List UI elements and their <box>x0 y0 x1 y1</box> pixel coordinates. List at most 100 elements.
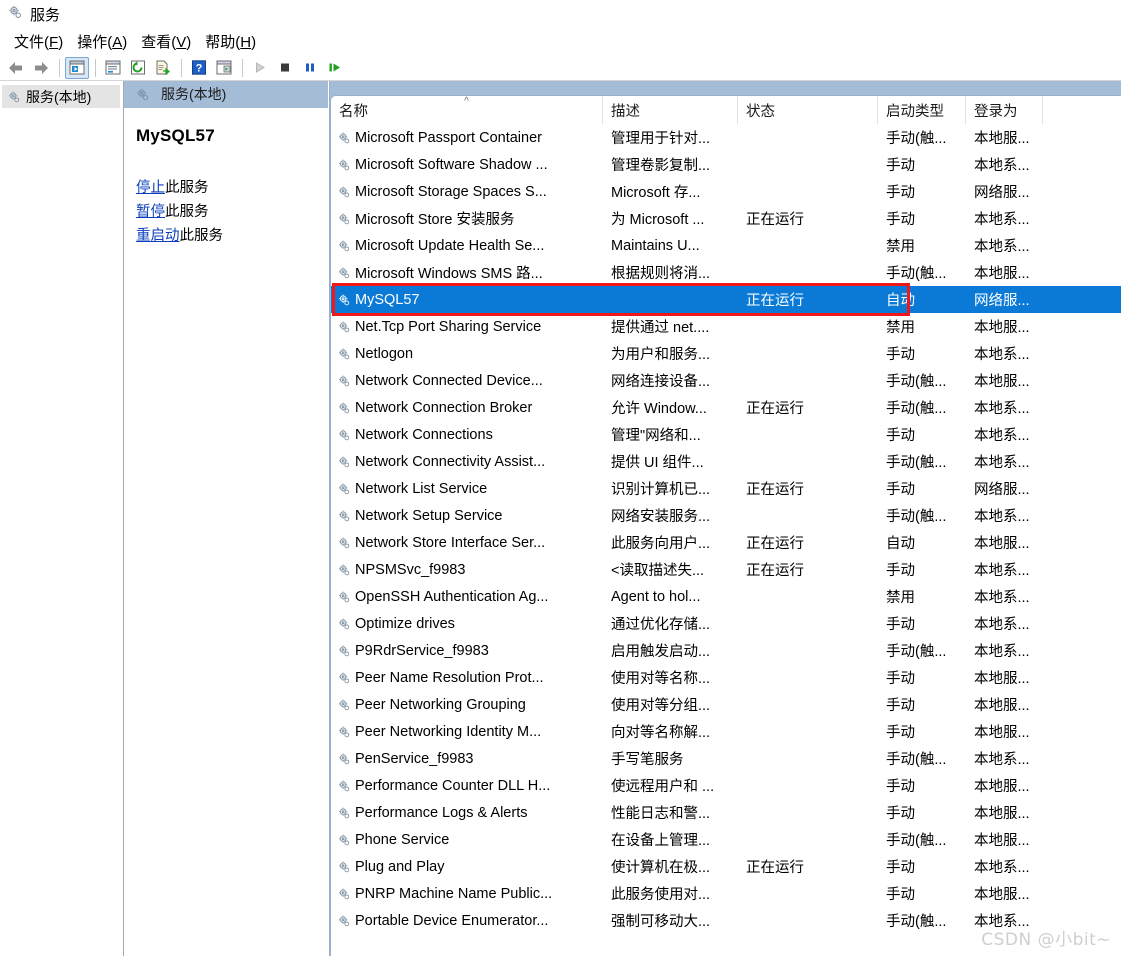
tree-node-services-local[interactable]: 服务(本地) <box>2 85 120 108</box>
stop-service-link-row: 停止此服务 <box>136 176 328 200</box>
table-row[interactable]: Netlogon 为用户和服务... 手动 本地系... <box>331 340 1121 367</box>
service-name-text: Network Store Interface Ser... <box>355 534 546 551</box>
table-row[interactable]: Network Connectivity Assist... 提供 UI 组件..… <box>331 448 1121 475</box>
forward-icon[interactable] <box>29 57 53 79</box>
help-icon[interactable]: ? <box>187 57 211 79</box>
cell-startup-type: 手动(触... <box>886 914 947 930</box>
show-action-pane-icon[interactable] <box>212 57 236 79</box>
cell-service-name: MySQL57 <box>331 292 603 308</box>
column-header-description[interactable]: 描述 <box>603 96 738 124</box>
cell-description: 提供 UI 组件... <box>611 455 704 471</box>
service-name-text: Phone Service <box>355 831 450 848</box>
table-row[interactable]: Network Connections 管理"网络和... 手动 本地系... <box>331 421 1121 448</box>
table-row[interactable]: Portable Device Enumerator... 强制可移动大... 手动… <box>331 907 1121 934</box>
menu-view[interactable]: 查看(V) <box>135 29 199 54</box>
service-gear-icon <box>337 239 351 253</box>
detail-pane-header-label: 服务(本地) <box>161 86 227 102</box>
properties-icon[interactable] <box>101 57 125 79</box>
column-header-status[interactable]: 状态 <box>738 96 878 124</box>
service-name-text: Plug and Play <box>355 858 445 875</box>
table-row[interactable]: Microsoft Update Health Se... Maintains U… <box>331 232 1121 259</box>
service-name-text: MySQL57 <box>355 291 420 308</box>
service-gear-icon <box>337 158 351 172</box>
table-row[interactable]: Microsoft Windows SMS 路... 根据规则将消... 手动(触.… <box>331 259 1121 286</box>
table-row[interactable]: Performance Counter DLL H... 使远程用户和 ... 手动… <box>331 772 1121 799</box>
service-name-text: Microsoft Store 安装服务 <box>355 212 515 228</box>
stop-service-link[interactable]: 停止 <box>136 180 165 196</box>
pause-service-link-row: 暂停此服务 <box>136 200 328 224</box>
service-gear-icon <box>337 887 351 901</box>
cell-startup-type: 手动(触... <box>886 455 947 471</box>
table-row[interactable]: Performance Logs & Alerts 性能日志和警... 手动 本地服.… <box>331 799 1121 826</box>
cell-log-on-as: 本地系... <box>974 590 1030 606</box>
table-row[interactable]: Microsoft Storage Spaces S... Microsoft 存… <box>331 178 1121 205</box>
services-gear-icon <box>135 87 150 102</box>
show-hide-tree-icon[interactable] <box>65 56 89 79</box>
service-gear-icon <box>337 212 351 226</box>
column-header-name[interactable]: 名称 ^ <box>331 96 603 124</box>
restart-service-link[interactable]: 重启动 <box>136 228 180 244</box>
cell-startup-type: 手动 <box>886 347 915 363</box>
table-row[interactable]: Microsoft Store 安装服务 为 Microsoft ... 正在运行 手… <box>331 205 1121 232</box>
cell-description: 使用对等名称... <box>611 671 711 687</box>
table-row[interactable]: Plug and Play 使计算机在极... 正在运行 手动 本地系... <box>331 853 1121 880</box>
column-header-startup-type[interactable]: 启动类型 <box>878 96 966 124</box>
cell-log-on-as: 本地系... <box>974 239 1030 255</box>
cell-description: 性能日志和警... <box>611 806 711 822</box>
cell-description: 使计算机在极... <box>611 860 711 876</box>
table-row[interactable]: Network List Service 识别计算机已... 正在运行 手动 网络服..… <box>331 475 1121 502</box>
menu-file[interactable]: 文件(F) <box>8 29 71 54</box>
export-list-icon[interactable] <box>151 57 175 79</box>
back-icon[interactable] <box>4 57 28 79</box>
table-row[interactable]: Net.Tcp Port Sharing Service 提供通过 net....… <box>331 313 1121 340</box>
start-service-icon[interactable] <box>248 57 272 79</box>
table-row[interactable]: PNRP Machine Name Public... 此服务使用对... 手动 本地… <box>331 880 1121 907</box>
cell-description: 为用户和服务... <box>611 347 711 363</box>
table-row[interactable]: Microsoft Software Shadow ... 管理卷影复制... 手动… <box>331 151 1121 178</box>
cell-service-name: Network Connectivity Assist... <box>331 454 603 470</box>
table-row[interactable]: Microsoft Passport Container 管理用于针对... 手动(… <box>331 124 1121 151</box>
table-row[interactable]: P9RdrService_f9983 启用触发启动... 手动(触... 本地系... <box>331 637 1121 664</box>
pause-service-link[interactable]: 暂停 <box>136 204 165 220</box>
table-row[interactable]: Peer Networking Identity M... 向对等名称解... 手动… <box>331 718 1121 745</box>
table-row[interactable]: Network Setup Service 网络安装服务... 手动(触... 本地系… <box>331 502 1121 529</box>
refresh-icon[interactable] <box>126 57 150 79</box>
cell-status: 正在运行 <box>746 563 804 579</box>
table-row[interactable]: Network Connection Broker 允许 Window... 正在运… <box>331 394 1121 421</box>
cell-log-on-as: 本地系... <box>974 644 1030 660</box>
table-row[interactable]: MySQL57 正在运行 自动 网络服... <box>331 286 1121 313</box>
cell-description: 管理"网络和... <box>611 428 701 444</box>
cell-startup-type: 手动 <box>886 185 915 201</box>
table-row[interactable]: Optimize drives 通过优化存储... 手动 本地系... <box>331 610 1121 637</box>
cell-log-on-as: 本地系... <box>974 455 1030 471</box>
table-row[interactable]: Phone Service 在设备上管理... 手动(触... 本地服... <box>331 826 1121 853</box>
menu-action[interactable]: 操作(A) <box>71 29 135 54</box>
menu-help[interactable]: 帮助(H) <box>199 29 264 54</box>
cell-log-on-as: 网络服... <box>974 185 1030 201</box>
table-row[interactable]: PenService_f9983 手写笔服务 手动(触... 本地系... <box>331 745 1121 772</box>
column-header-log-on-as[interactable]: 登录为 <box>966 96 1043 124</box>
restart-service-icon[interactable] <box>323 57 347 79</box>
table-row[interactable]: Network Store Interface Ser... 此服务向用户... 正… <box>331 529 1121 556</box>
table-row[interactable]: OpenSSH Authentication Ag... Agent to hol… <box>331 583 1121 610</box>
table-row[interactable]: Peer Name Resolution Prot... 使用对等名称... 手动 本… <box>331 664 1121 691</box>
table-row[interactable]: Peer Networking Grouping 使用对等分组... 手动 本地服..… <box>331 691 1121 718</box>
listview-rows: Microsoft Passport Container 管理用于针对... 手动(… <box>331 124 1121 956</box>
service-action-links: 停止此服务 暂停此服务 重启动此服务 <box>124 146 328 248</box>
service-name-text: Microsoft Software Shadow ... <box>355 156 548 173</box>
service-name-text: Optimize drives <box>355 615 455 632</box>
cell-log-on-as: 本地系... <box>974 509 1030 525</box>
cell-log-on-as: 本地服... <box>974 887 1030 903</box>
sort-ascending-icon: ^ <box>464 96 469 107</box>
cell-description: Maintains U... <box>611 237 700 254</box>
column-header-description-label: 描述 <box>611 103 640 120</box>
cell-service-name: PenService_f9983 <box>331 751 603 767</box>
stop-service-icon[interactable] <box>273 57 297 79</box>
pause-service-icon[interactable] <box>298 57 322 79</box>
table-row[interactable]: NPSMSvc_f9983 <读取描述失... 正在运行 手动 本地系... <box>331 556 1121 583</box>
cell-service-name: Network Connected Device... <box>331 373 603 389</box>
service-gear-icon <box>337 401 351 415</box>
cell-startup-type: 手动 <box>886 887 915 903</box>
service-name-text: Network List Service <box>355 480 488 497</box>
table-row[interactable]: Network Connected Device... 网络连接设备... 手动(触… <box>331 367 1121 394</box>
